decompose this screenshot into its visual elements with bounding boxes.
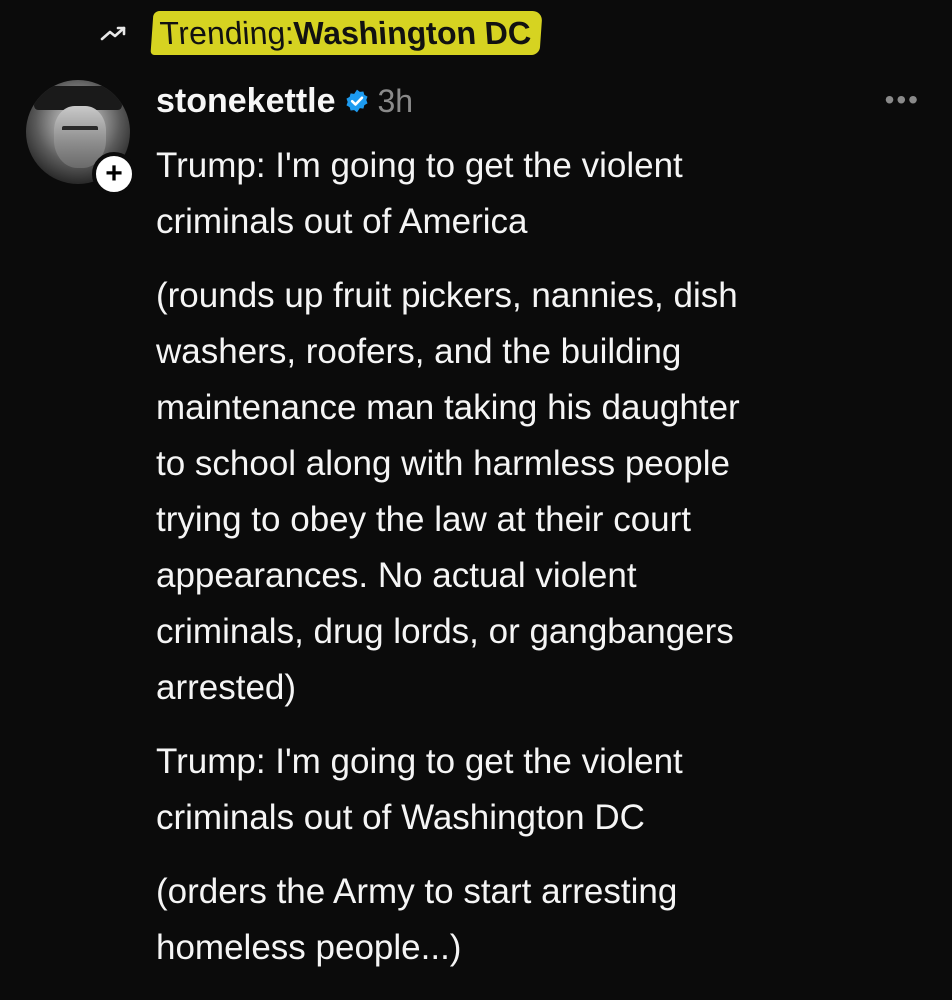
post-line: (rounds up fruit pickers, nannies, dish [156, 276, 738, 315]
verified-badge-icon [345, 89, 368, 113]
trending-label[interactable]: Trending: Washington DC [150, 11, 543, 55]
post-header: stonekettle 3h [156, 78, 413, 124]
post-line: trying to obey the law at their court [156, 500, 691, 539]
trending-prefix: Trending [158, 15, 287, 51]
post-line: Trump: I'm going to get the violent [156, 742, 683, 781]
post-line: maintenance man taking his daughter [156, 388, 740, 427]
trending-banner[interactable]: Trending: Washington DC [100, 8, 543, 58]
post-line: (orders the Army to start arresting [156, 872, 678, 911]
post-timestamp: 3h [377, 82, 414, 119]
post-line: homeless people...) [156, 928, 462, 967]
post-line: criminals out of Washington DC [156, 798, 645, 837]
post-line: arrested) [156, 668, 297, 707]
post-line: to school along with harmless people [156, 444, 730, 483]
post-body: Trump: I'm going to get the violent crim… [156, 138, 916, 994]
more-options-icon[interactable]: ••• [885, 86, 920, 114]
post-paragraph: (orders the Army to start arresting home… [156, 864, 916, 976]
post-paragraph: Trump: I'm going to get the violent crim… [156, 138, 916, 250]
trending-arrow-icon [100, 21, 134, 45]
post-paragraph: Trump: I'm going to get the violent crim… [156, 734, 916, 846]
post-line: criminals out of America [156, 202, 528, 241]
username[interactable]: stonekettle [156, 82, 336, 121]
post-line: Trump: I'm going to get the violent [156, 146, 683, 185]
trending-topic[interactable]: Washington DC [293, 13, 533, 53]
follow-button[interactable]: + [92, 152, 136, 196]
avatar-eyes [62, 126, 98, 136]
post-line: appearances. No actual violent [156, 556, 637, 595]
post-line: criminals, drug lords, or gangbangers [156, 612, 734, 651]
post-paragraph: (rounds up fruit pickers, nannies, dish … [156, 268, 916, 716]
post-line: washers, roofers, and the building [156, 332, 682, 371]
